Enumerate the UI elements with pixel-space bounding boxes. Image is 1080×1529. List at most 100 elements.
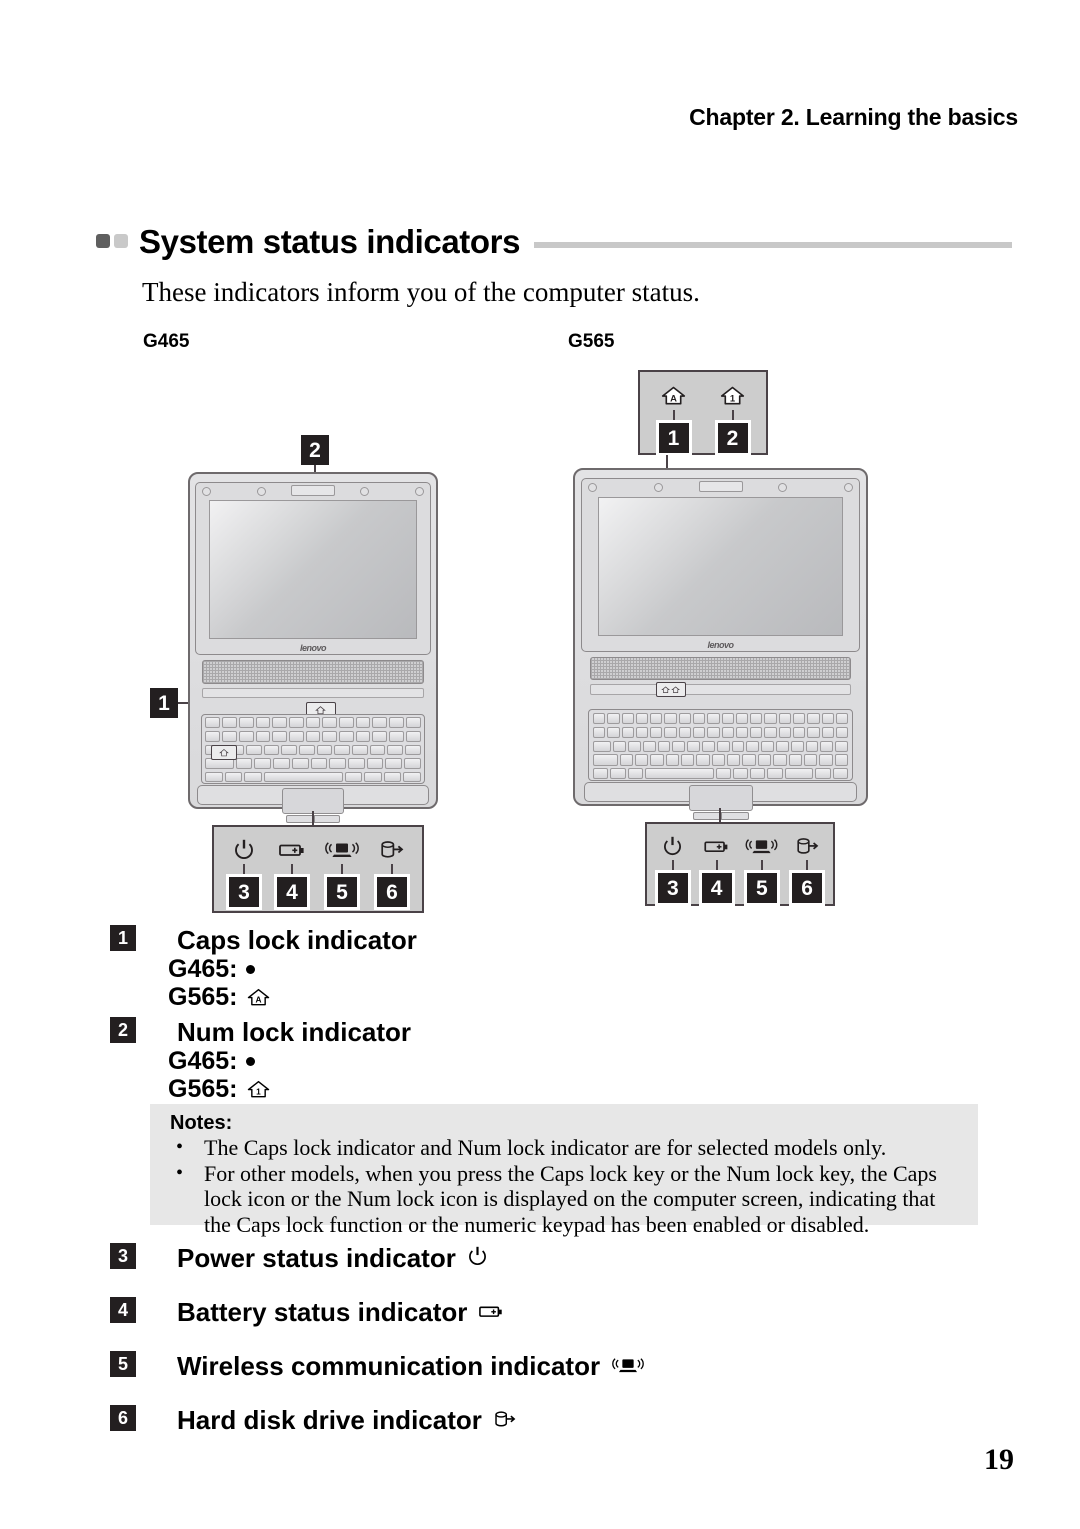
key — [707, 712, 720, 724]
key — [383, 771, 402, 782]
indicator-cell-power: 3 — [229, 836, 259, 907]
key — [405, 731, 421, 742]
numpad-key — [835, 726, 849, 738]
list-item-power-status: 3 Power status indicator — [110, 1243, 487, 1273]
intro-paragraph: These indicators inform you of the compu… — [142, 277, 700, 307]
key — [244, 771, 262, 782]
lenovo-logo: lenovo — [299, 643, 327, 654]
laptop-screen-g465 — [209, 500, 417, 640]
key — [732, 768, 749, 779]
laptop-illustration-g465: lenovo — [188, 472, 438, 834]
indicator-badge-3: 3 — [229, 877, 259, 907]
key — [778, 712, 791, 724]
indicator-stem — [806, 860, 809, 873]
power-icon — [234, 836, 254, 864]
numpad-key — [792, 712, 806, 724]
key — [707, 726, 720, 738]
list-label-hard-disk: Hard disk drive indicator — [177, 1405, 482, 1435]
key — [310, 758, 328, 770]
list-label-wireless: Wireless communication indicator — [177, 1351, 601, 1381]
key — [238, 731, 254, 742]
list-item-wireless: 5 Wireless communication indicator — [110, 1351, 644, 1381]
caps-lock-icon: A — [660, 382, 687, 410]
key — [650, 726, 663, 738]
key — [635, 726, 649, 738]
key — [735, 726, 749, 738]
key — [235, 758, 253, 770]
key — [664, 726, 677, 738]
note-item: • For other models, when you press the C… — [170, 1161, 962, 1238]
key — [716, 740, 730, 752]
list-badge-4: 4 — [110, 1297, 136, 1323]
caps-lock-variant-g565: G565: A — [168, 983, 271, 1012]
callout-cell-num-lock: 1 2 — [717, 382, 748, 453]
key — [727, 754, 741, 766]
list-item-hard-disk: 6 Hard disk drive indicator — [110, 1405, 516, 1435]
indicator-badge-4: 4 — [701, 873, 732, 903]
indicator-badge-6: 6 — [377, 877, 407, 907]
power-icon — [663, 832, 682, 860]
indicator-stem — [672, 410, 675, 423]
key — [607, 712, 620, 724]
laptop-lid-g465: lenovo — [195, 482, 431, 656]
indicator-badge-5: 5 — [746, 873, 777, 903]
numpad-key — [784, 768, 814, 779]
list-label-caps-lock: Caps lock indicator — [177, 925, 417, 955]
key — [281, 744, 298, 756]
key — [711, 754, 726, 766]
keyboard-row — [205, 717, 421, 729]
indicator-stem — [341, 864, 343, 877]
key — [757, 754, 772, 766]
key — [273, 758, 290, 770]
svg-text:1: 1 — [257, 1086, 262, 1096]
keyboard-row — [593, 726, 849, 738]
keyboard-row — [205, 758, 421, 770]
key — [305, 731, 321, 742]
section-heading: System status indicators — [96, 219, 1012, 263]
key — [750, 712, 763, 724]
numpad-key — [834, 754, 848, 766]
indicator-panel-leader-g565 — [719, 808, 721, 823]
svg-text:A: A — [256, 994, 262, 1004]
lid-screw-icon — [202, 487, 212, 497]
note-bullet-icon: • — [176, 1161, 184, 1184]
key — [593, 768, 609, 779]
lid-screw-icon — [588, 483, 598, 493]
caps-lock-key-highlight-g465 — [210, 745, 237, 761]
numpad-key — [819, 754, 833, 766]
indicator-stem — [715, 860, 718, 873]
key — [205, 771, 223, 782]
numpad-key — [821, 712, 834, 724]
note-bullet-icon: • — [176, 1136, 184, 1158]
key — [205, 717, 221, 729]
key — [735, 712, 749, 724]
notes-title: Notes: — [170, 1112, 233, 1134]
keyboard-row — [593, 754, 848, 766]
key — [339, 731, 354, 742]
key — [650, 712, 663, 724]
numpad-key — [832, 768, 849, 779]
battery-icon — [704, 832, 729, 860]
num-lock-variant-g465: G465: — [168, 1047, 256, 1076]
list-item-battery-status: 4 Battery status indicator — [110, 1297, 503, 1327]
key — [272, 717, 287, 729]
heading-rule — [534, 241, 1012, 248]
key — [693, 712, 706, 724]
indicator-cell-hard-disk: 6 — [792, 832, 823, 903]
key — [387, 744, 403, 756]
key — [288, 731, 304, 742]
key — [761, 740, 774, 752]
key — [389, 717, 404, 729]
key — [272, 731, 287, 742]
key — [364, 771, 382, 782]
variant-model-label: G565: — [168, 1075, 238, 1103]
speaker-grille-g565 — [589, 657, 852, 681]
num-lock-variant-g565: G565: 1 — [168, 1075, 271, 1104]
indicator-stem — [671, 860, 674, 873]
key — [775, 740, 789, 752]
key — [369, 744, 386, 756]
key — [322, 717, 338, 729]
key — [642, 740, 656, 752]
key — [619, 754, 634, 766]
figure-g565: A 1 1 2 lenovo 3 4 5 6 — [568, 370, 878, 925]
